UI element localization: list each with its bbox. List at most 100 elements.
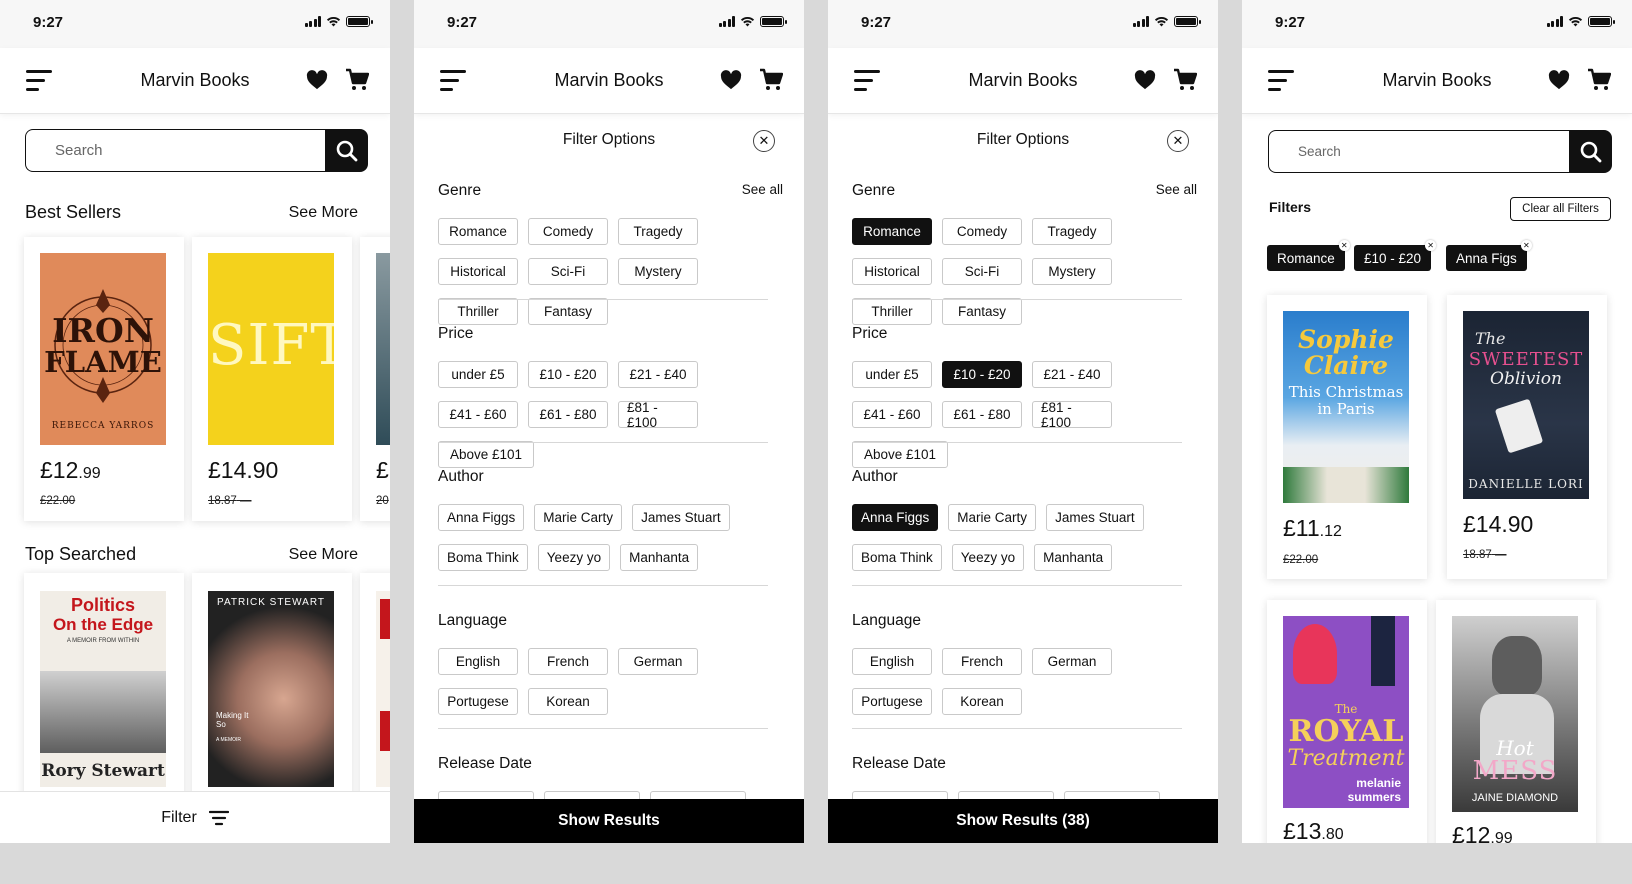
book-cover: PATRICK STEWART Making It So A MEMOIR — [208, 591, 334, 787]
chip-author[interactable]: Boma Think — [852, 544, 942, 571]
book-card[interactable]: The ROYAL Treatment melanie summers £13.8… — [1267, 600, 1427, 843]
see-all-link[interactable]: See all — [742, 182, 783, 197]
chip-tragedy[interactable]: Tragedy — [1032, 218, 1112, 245]
chip-price[interactable]: £41 - £60 — [438, 401, 518, 428]
chip-language[interactable]: Korean — [942, 688, 1022, 715]
chip-romance[interactable]: Romance — [438, 218, 518, 245]
chip-author[interactable]: James Stuart — [632, 504, 730, 531]
chip-language[interactable]: German — [1032, 648, 1112, 675]
see-all-link[interactable]: See all — [1156, 182, 1197, 197]
chip-author[interactable]: Manhanta — [1034, 544, 1113, 571]
section-label: Language — [852, 612, 921, 629]
chip-language[interactable]: Portugese — [438, 688, 518, 715]
remove-filter-icon[interactable]: ✕ — [1425, 240, 1437, 251]
chip-author[interactable]: Marie Carty — [948, 504, 1037, 531]
chip-price[interactable]: £41 - £60 — [852, 401, 932, 428]
book-card[interactable]: Hot MESS JAINE DIAMOND £12.99 — [1436, 600, 1596, 843]
chip-language[interactable]: Korean — [528, 688, 608, 715]
remove-filter-icon[interactable]: ✕ — [1338, 240, 1350, 251]
book-card[interactable]: PATRICK STEWART Making It So A MEMOIR — [192, 573, 352, 803]
chip-romance-selected[interactable]: Romance — [852, 218, 932, 245]
chip-comedy[interactable]: Comedy — [942, 218, 1022, 245]
chip-author[interactable]: Yeezy yo — [537, 544, 611, 571]
chip-language[interactable]: Portugese — [852, 688, 932, 715]
chip-mystery[interactable]: Mystery — [618, 258, 698, 285]
price-chips: under £5 £10 - £20 £21 - £40 £41 - £60 £… — [438, 361, 783, 468]
chip-language[interactable]: German — [618, 648, 698, 675]
see-more-link[interactable]: See More — [289, 546, 358, 564]
chip-price[interactable]: £10 - £20 — [528, 361, 608, 388]
chip-thriller[interactable]: Thriller — [438, 298, 518, 325]
book-card[interactable]: SIFT £14.90 18.87 — — [192, 237, 352, 521]
search-button[interactable] — [1569, 130, 1612, 173]
chip-language[interactable]: English — [852, 648, 932, 675]
book-card[interactable]: IRON FLAME REBECCA YARROS £12.99 £22.00 — [24, 237, 184, 521]
divider — [438, 728, 768, 729]
chip-language[interactable]: French — [528, 648, 608, 675]
chip-language[interactable]: English — [438, 648, 518, 675]
book-card[interactable]: £1 20 — [360, 237, 390, 521]
signal-icon — [1132, 16, 1149, 27]
price-section: Price under £5 £10 - £20 £21 - £40 £41 -… — [438, 325, 783, 468]
chip-price[interactable]: £61 - £80 — [942, 401, 1022, 428]
search-bar — [1268, 130, 1612, 173]
cart-icon[interactable] — [345, 68, 369, 92]
heart-icon[interactable] — [720, 70, 742, 90]
chip-comedy[interactable]: Comedy — [528, 218, 608, 245]
book-card[interactable] — [360, 573, 390, 803]
chip-historical[interactable]: Historical — [852, 258, 932, 285]
chip-scifi[interactable]: Sci-Fi — [528, 258, 608, 285]
chip-price[interactable]: under £5 — [852, 361, 932, 388]
search-button[interactable] — [325, 129, 368, 172]
search-input[interactable] — [25, 129, 325, 172]
book-card[interactable]: The SWEETEST Oblivion DANIELLE LORI £14.… — [1447, 295, 1607, 579]
chip-price-selected[interactable]: £10 - £20 — [942, 361, 1022, 388]
cart-icon[interactable] — [759, 68, 783, 92]
clear-all-filters-button[interactable]: Clear all Filters — [1510, 197, 1611, 221]
search-input[interactable] — [1268, 130, 1569, 173]
heart-icon[interactable] — [1134, 70, 1156, 90]
see-more-link[interactable]: See More — [289, 204, 358, 222]
book-price: £14.90 — [1463, 511, 1533, 538]
chip-author[interactable]: Yeezy yo — [951, 544, 1025, 571]
chip-author[interactable]: Marie Carty — [534, 504, 623, 531]
chip-author[interactable]: Manhanta — [620, 544, 699, 571]
cart-icon[interactable] — [1587, 68, 1611, 92]
heart-icon[interactable] — [306, 70, 328, 90]
chip-scifi[interactable]: Sci-Fi — [942, 258, 1022, 285]
show-results-button[interactable]: Show Results (38) — [828, 799, 1218, 843]
show-results-button[interactable]: Show Results — [414, 799, 804, 843]
chip-language[interactable]: French — [942, 648, 1022, 675]
chip-price[interactable]: Above £101 — [852, 441, 948, 468]
cart-icon[interactable] — [1173, 68, 1197, 92]
chip-fantasy[interactable]: Fantasy — [528, 298, 608, 325]
filter-button[interactable]: Filter — [0, 791, 390, 843]
book-card[interactable]: Sophie Claire This Christmas in Paris £1… — [1267, 295, 1427, 579]
chip-author[interactable]: Boma Think — [438, 544, 528, 571]
chip-price[interactable]: under £5 — [438, 361, 518, 388]
chip-historical[interactable]: Historical — [438, 258, 518, 285]
chip-fantasy[interactable]: Fantasy — [942, 298, 1022, 325]
remove-filter-icon[interactable]: ✕ — [1520, 240, 1532, 251]
cover-subtitle: This Christmas — [1288, 383, 1404, 401]
close-icon[interactable]: ✕ — [753, 130, 775, 152]
chip-price[interactable]: £21 - £40 — [618, 361, 698, 388]
chip-price[interactable]: £61 - £80 — [528, 401, 608, 428]
cover-title: The — [1475, 329, 1506, 348]
section-label: Genre — [438, 182, 482, 199]
chip-author-selected[interactable]: Anna Figgs — [852, 504, 939, 531]
chip-author[interactable]: Anna Figgs — [438, 504, 525, 531]
old-price: £22.00 — [1283, 554, 1319, 566]
chip-mystery[interactable]: Mystery — [1032, 258, 1112, 285]
chip-price[interactable]: £21 - £40 — [1032, 361, 1112, 388]
chip-author[interactable]: James Stuart — [1046, 504, 1144, 531]
book-card[interactable]: Politics On the Edge A MEMOIR FROM WITHI… — [24, 573, 184, 803]
chip-price[interactable]: Above £101 — [438, 441, 534, 468]
chip-thriller[interactable]: Thriller — [852, 298, 932, 325]
chip-price[interactable]: £81 - £100 — [618, 400, 698, 430]
cover-title: Politics — [70, 595, 136, 615]
chip-price[interactable]: £81 - £100 — [1032, 400, 1112, 430]
heart-icon[interactable] — [1548, 70, 1570, 90]
close-icon[interactable]: ✕ — [1167, 130, 1189, 152]
chip-tragedy[interactable]: Tragedy — [618, 218, 698, 245]
